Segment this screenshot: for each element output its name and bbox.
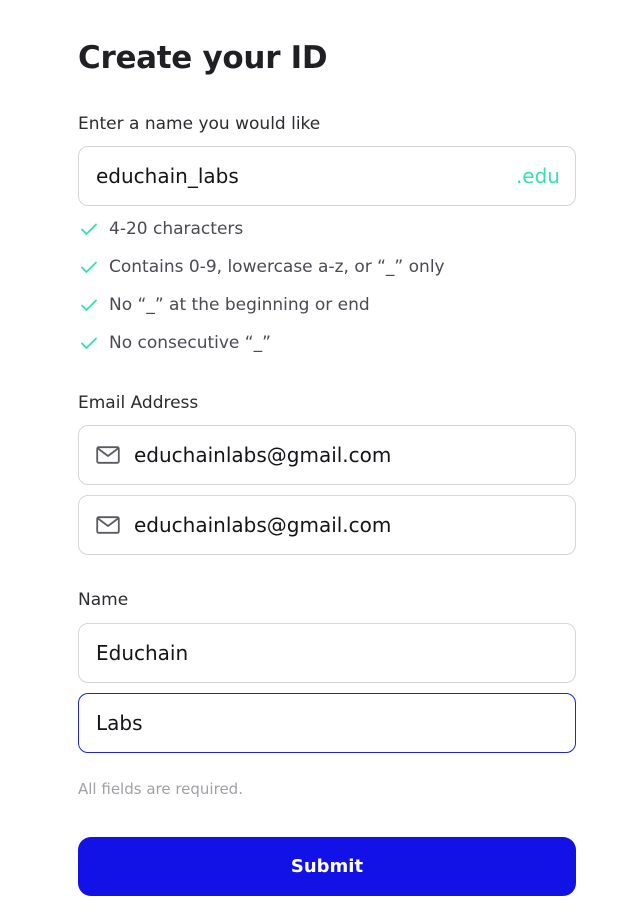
mail-icon bbox=[96, 516, 120, 534]
rule-text: No “_” at the beginning or end bbox=[109, 295, 370, 315]
first-name-field[interactable]: Educhain bbox=[78, 623, 576, 683]
id-input-value: educhain_labs bbox=[96, 164, 239, 188]
submit-button[interactable]: Submit bbox=[78, 837, 576, 896]
name-label: Name bbox=[78, 590, 129, 610]
rule-edges: No “_” at the beginning or end bbox=[78, 295, 370, 315]
check-icon bbox=[81, 261, 97, 273]
required-note: All fields are required. bbox=[78, 780, 243, 798]
check-icon bbox=[81, 299, 97, 311]
page-title: Create your ID bbox=[78, 40, 328, 76]
check-icon bbox=[81, 337, 97, 349]
id-label: Enter a name you would like bbox=[78, 114, 321, 134]
rule-text: No consecutive “_” bbox=[109, 333, 271, 353]
email-field-value: educhainlabs@gmail.com bbox=[134, 443, 392, 467]
last-name-field[interactable]: Labs bbox=[78, 693, 576, 753]
rule-text: Contains 0-9, lowercase a-z, or “_” only bbox=[109, 257, 445, 277]
confirm-email-field[interactable]: educhainlabs@gmail.com bbox=[78, 495, 576, 555]
last-name-value: Labs bbox=[96, 711, 143, 735]
email-field[interactable]: educhainlabs@gmail.com bbox=[78, 425, 576, 485]
domain-suffix: .edu bbox=[515, 164, 560, 188]
confirm-email-field-value: educhainlabs@gmail.com bbox=[134, 513, 392, 537]
rule-consecutive: No consecutive “_” bbox=[78, 333, 271, 353]
id-input[interactable]: educhain_labs .edu bbox=[78, 146, 576, 206]
mail-icon bbox=[96, 446, 120, 464]
email-label: Email Address bbox=[78, 393, 199, 413]
check-icon bbox=[81, 223, 97, 235]
first-name-value: Educhain bbox=[96, 641, 189, 665]
rule-charset: Contains 0-9, lowercase a-z, or “_” only bbox=[78, 257, 445, 277]
rule-length: 4-20 characters bbox=[78, 219, 243, 239]
rule-text: 4-20 characters bbox=[109, 219, 244, 239]
